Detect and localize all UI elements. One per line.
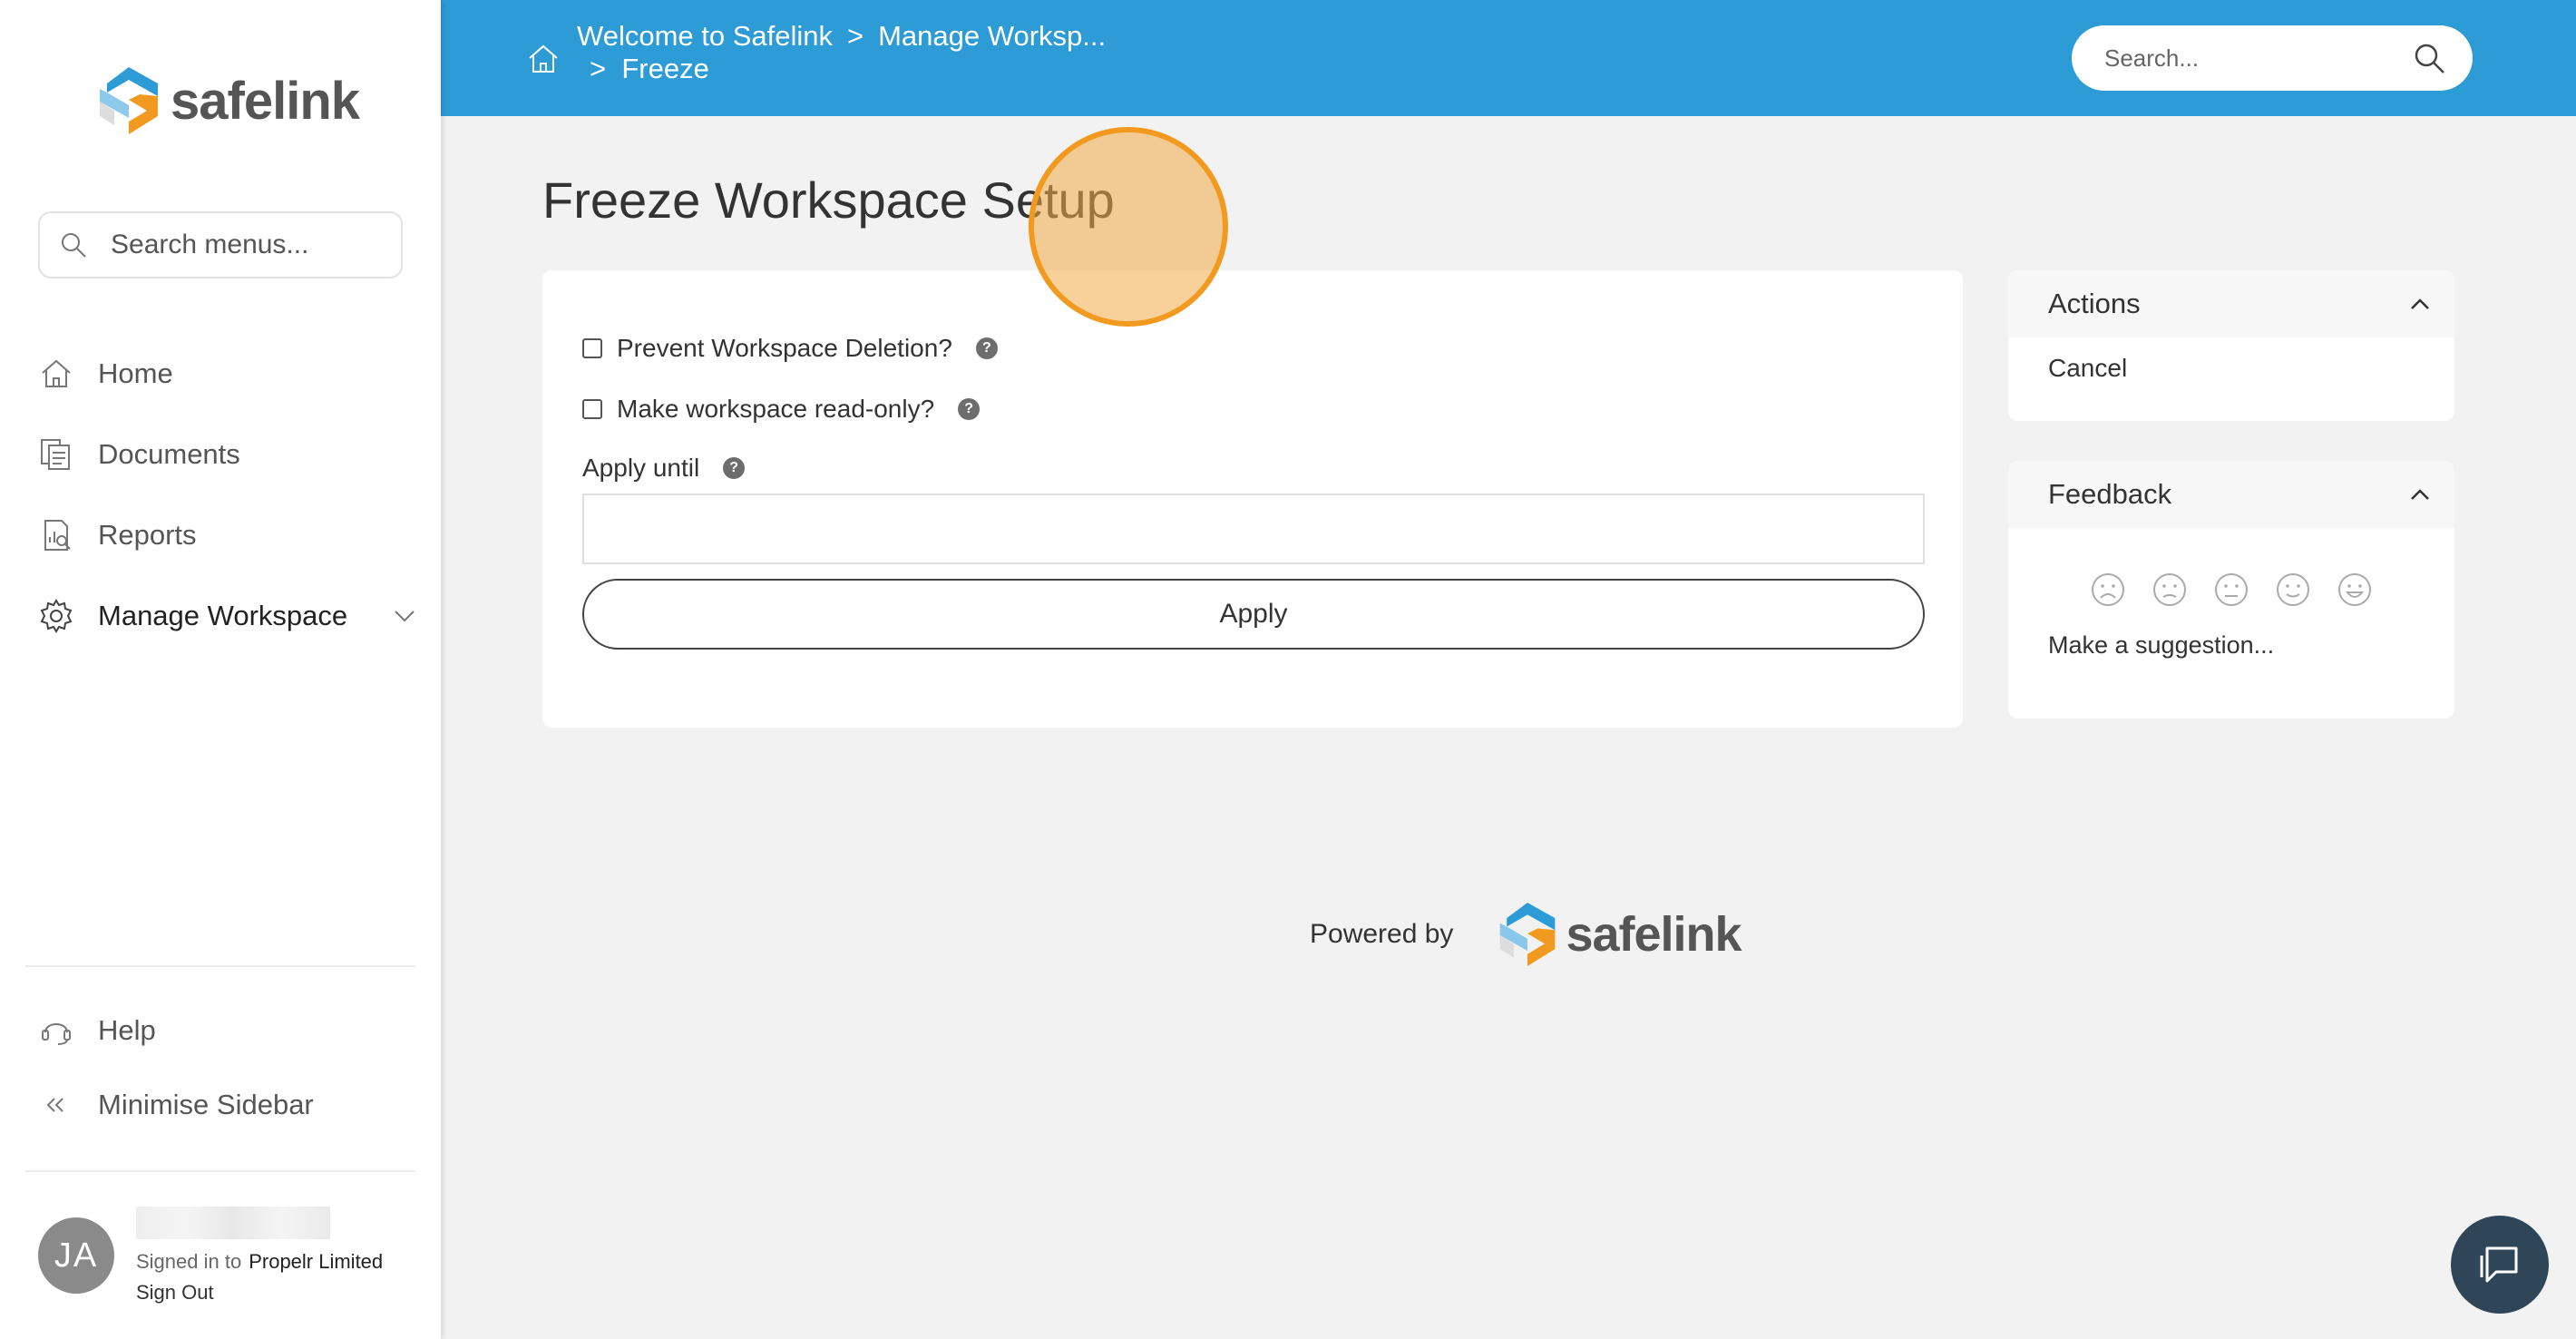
prevent-deletion-label[interactable]: Prevent Workspace Deletion? bbox=[617, 334, 952, 363]
brand-name: safelink bbox=[1566, 907, 1742, 962]
user-meta: Signed in to Propelr Limited Sign Out bbox=[136, 1207, 426, 1305]
read-only-row: Make workspace read-only? ? bbox=[582, 395, 981, 424]
sidebar-item-documents[interactable]: Documents bbox=[38, 427, 419, 482]
menu-search-box bbox=[38, 211, 403, 279]
organization-name[interactable]: Propelr Limited bbox=[249, 1250, 383, 1273]
documents-icon bbox=[41, 439, 70, 470]
sign-out-link[interactable]: Sign Out bbox=[136, 1281, 426, 1305]
make-suggestion-link[interactable]: Make a suggestion... bbox=[2048, 631, 2415, 660]
chat-icon bbox=[2480, 1246, 2518, 1283]
user-panel: JA Signed in to Propelr Limited Sign Out bbox=[38, 1207, 383, 1304]
breadcrumb-separator: > bbox=[847, 20, 864, 52]
breadcrumb-item-manage-workspace[interactable]: Manage Worksp... bbox=[878, 20, 1106, 52]
sidebar-item-manage-workspace[interactable]: Manage Workspace bbox=[38, 589, 419, 643]
sidebar-divider bbox=[25, 1170, 415, 1172]
read-only-checkbox[interactable] bbox=[582, 399, 602, 419]
actions-panel-header[interactable]: Actions bbox=[2008, 270, 2454, 337]
page-title: Freeze Workspace Setup bbox=[542, 171, 1115, 229]
sidebar-item-help[interactable]: Help bbox=[38, 1003, 419, 1058]
sidebar-item-home[interactable]: Home bbox=[38, 347, 419, 401]
menu-search-input[interactable] bbox=[111, 230, 383, 260]
sidebar-item-minimise[interactable]: Minimise Sidebar bbox=[38, 1078, 419, 1132]
help-question-icon[interactable]: ? bbox=[723, 457, 746, 479]
headset-icon bbox=[42, 1023, 71, 1045]
chevron-up-icon[interactable] bbox=[2407, 292, 2433, 318]
read-only-label[interactable]: Make workspace read-only? bbox=[617, 395, 934, 424]
sidebar-item-label: Reports bbox=[98, 519, 197, 551]
brand-name: safelink bbox=[171, 71, 360, 131]
apply-until-row: Apply until ? bbox=[582, 454, 746, 483]
feedback-panel: Feedback Make a suggestion... bbox=[2008, 461, 2454, 718]
apply-button[interactable]: Apply bbox=[582, 579, 1925, 650]
breadcrumb: Welcome to Safelink > Manage Worksp... > F… bbox=[577, 20, 1106, 85]
apply-until-label: Apply until bbox=[582, 454, 700, 482]
sidebar: safelink Home Documents Reports Manage W… bbox=[0, 0, 441, 1339]
safelink-logo-icon bbox=[1500, 902, 1556, 967]
sidebar-divider bbox=[25, 965, 415, 967]
chevron-down-icon[interactable] bbox=[390, 601, 419, 630]
very-sad-face-icon[interactable] bbox=[2090, 572, 2126, 608]
top-bar: Welcome to Safelink > Manage Worksp... > F… bbox=[441, 0, 2576, 116]
sidebar-item-label: Minimise Sidebar bbox=[98, 1089, 314, 1120]
feedback-panel-header[interactable]: Feedback bbox=[2008, 461, 2454, 528]
search-icon[interactable] bbox=[2411, 40, 2447, 76]
avatar[interactable]: JA bbox=[38, 1217, 114, 1294]
prevent-deletion-checkbox[interactable] bbox=[582, 338, 602, 358]
user-name-redacted bbox=[136, 1207, 330, 1239]
sidebar-item-label: Documents bbox=[98, 438, 240, 470]
signed-in-text: Signed in to Propelr Limited bbox=[136, 1250, 426, 1274]
powered-by-text: Powered by bbox=[1310, 919, 1454, 949]
safelink-logo-icon bbox=[100, 67, 158, 134]
help-question-icon[interactable]: ? bbox=[958, 398, 981, 420]
neutral-face-icon[interactable] bbox=[2213, 572, 2249, 608]
gear-icon bbox=[40, 599, 73, 633]
cancel-link[interactable]: Cancel bbox=[2048, 354, 2415, 383]
actions-panel-title: Actions bbox=[2048, 288, 2141, 319]
apply-until-input[interactable] bbox=[582, 494, 1925, 564]
freeze-form-card: Prevent Workspace Deletion? ? Make works… bbox=[542, 270, 1963, 728]
sad-face-icon[interactable] bbox=[2152, 572, 2188, 608]
safelink-logo[interactable]: safelink bbox=[94, 64, 360, 138]
actions-panel: Actions Cancel bbox=[2008, 270, 2454, 421]
feedback-panel-title: Feedback bbox=[2048, 478, 2172, 510]
breadcrumb-item-freeze[interactable]: Freeze bbox=[621, 53, 708, 84]
signed-in-prefix: Signed in to bbox=[136, 1250, 242, 1273]
search-icon bbox=[62, 233, 86, 258]
reports-icon bbox=[44, 520, 71, 551]
sidebar-item-label: Manage Workspace bbox=[98, 600, 348, 631]
help-question-icon[interactable]: ? bbox=[975, 337, 998, 359]
sidebar-item-label: Help bbox=[98, 1014, 156, 1046]
sidebar-item-label: Home bbox=[98, 357, 173, 389]
happy-face-icon[interactable] bbox=[2337, 572, 2373, 608]
smile-face-icon[interactable] bbox=[2275, 572, 2311, 608]
home-icon bbox=[42, 359, 71, 387]
home-icon[interactable] bbox=[526, 42, 561, 76]
powered-by-footer: Powered by safelink bbox=[1310, 898, 1742, 971]
breadcrumb-separator: > bbox=[590, 53, 607, 84]
feedback-faces bbox=[2048, 572, 2415, 608]
breadcrumb-item-welcome[interactable]: Welcome to Safelink bbox=[577, 20, 833, 52]
global-search-box bbox=[2072, 25, 2473, 91]
chat-support-button[interactable] bbox=[2451, 1216, 2549, 1314]
sidebar-item-reports[interactable]: Reports bbox=[38, 508, 419, 562]
prevent-deletion-row: Prevent Workspace Deletion? ? bbox=[582, 334, 998, 363]
chevron-up-icon[interactable] bbox=[2407, 483, 2433, 508]
double-chevron-left-icon bbox=[46, 1098, 63, 1112]
global-search-input[interactable] bbox=[2104, 44, 2395, 73]
